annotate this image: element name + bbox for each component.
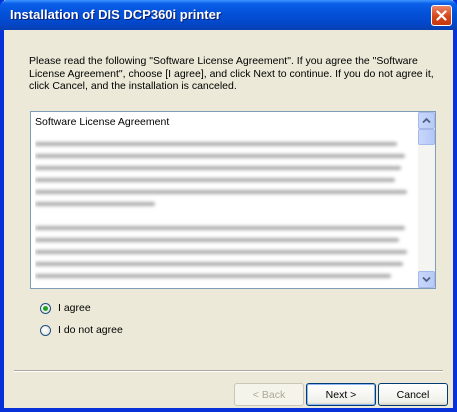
agree-option[interactable]: I agree [40, 301, 91, 315]
license-textbox[interactable]: Software License Agreement [30, 111, 436, 289]
agree-label[interactable]: I agree [58, 302, 91, 314]
chevron-up-icon [422, 117, 431, 124]
disagree-radio[interactable] [40, 324, 51, 336]
scroll-up-button[interactable] [418, 112, 435, 129]
instructions-text: Please read the following "Software Lice… [29, 55, 434, 92]
disagree-option[interactable]: I do not agree [40, 323, 123, 337]
license-heading: Software License Agreement [35, 116, 170, 128]
disagree-label[interactable]: I do not agree [58, 324, 123, 336]
dialog-content: Please read the following "Software Lice… [4, 30, 453, 408]
window-title: Installation of DIS DCP360i printer [10, 7, 221, 22]
scroll-thumb[interactable] [418, 129, 435, 145]
next-button[interactable]: Next > [306, 383, 376, 406]
license-scrollbar[interactable] [418, 112, 435, 288]
close-button[interactable] [431, 5, 452, 26]
back-button[interactable]: < Back [234, 383, 304, 406]
agree-radio[interactable] [40, 302, 51, 314]
chevron-down-icon [422, 276, 431, 283]
license-body-blurred [35, 136, 415, 288]
cancel-button[interactable]: Cancel [378, 383, 448, 406]
button-divider [14, 370, 443, 372]
scroll-down-button[interactable] [418, 271, 435, 288]
title-bar[interactable]: Installation of DIS DCP360i printer [0, 0, 457, 30]
close-icon [436, 10, 447, 21]
installer-window: Installation of DIS DCP360i printer Plea… [0, 0, 457, 412]
